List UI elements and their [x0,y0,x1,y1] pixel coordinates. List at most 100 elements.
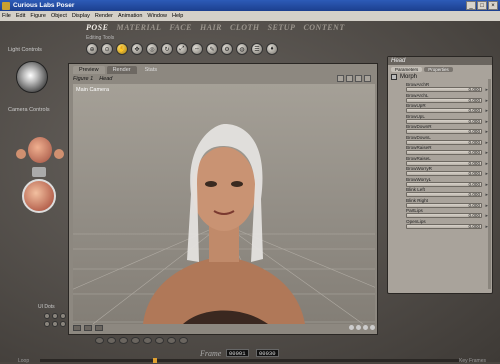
light-toggle-icon[interactable] [95,324,103,331]
menu-help[interactable]: Help [172,13,183,19]
camera-hand-left-icon[interactable] [16,149,26,159]
parameter-dial[interactable]: BrowWorryR 0.000 ▸ [388,166,492,177]
camera-hand-right-icon[interactable] [54,149,64,159]
tab-content[interactable]: CONTENT [303,23,344,32]
menu-figure[interactable]: Figure [30,13,46,19]
rotate-tool-icon[interactable]: ⊕ [86,43,98,55]
memory-dot[interactable] [60,313,66,319]
menu-animation[interactable]: Animation [118,13,142,19]
tab-setup[interactable]: SETUP [268,23,296,32]
menu-window[interactable]: Window [147,13,167,19]
camera-trackball-icon[interactable] [22,179,56,213]
translate-tool-icon[interactable]: ✋ [116,43,128,55]
tab-pose[interactable]: POSE [86,23,108,32]
panel-scrollbar[interactable] [488,79,491,289]
memory-dot[interactable] [44,321,50,327]
tab-cloth[interactable]: CLOTH [230,23,260,32]
minimize-button[interactable]: _ [466,1,476,10]
color-tool-icon[interactable]: ⇔ [191,43,203,55]
anim-dot[interactable] [107,337,116,344]
lock-icon[interactable] [346,75,353,82]
display-dot-4[interactable] [370,325,375,330]
shadow-toggle-icon[interactable] [84,324,92,331]
parameter-value[interactable]: 0.000 [469,140,481,145]
morph-group[interactable]: Morph [388,74,492,80]
ground-toggle-icon[interactable] [73,324,81,331]
anim-dot[interactable] [119,337,128,344]
collapse-icon[interactable] [391,74,397,80]
menu-render[interactable]: Render [95,13,113,19]
parameter-dial[interactable]: BrowArchR 0.000 ▸ [388,82,492,93]
chain-break-tool-icon[interactable]: ⤢ [176,43,188,55]
maximize-button[interactable]: □ [477,1,487,10]
anim-dot[interactable] [179,337,188,344]
parameter-value[interactable]: 0.000 [469,203,481,208]
parameter-value[interactable]: 0.000 [469,119,481,124]
grouping-tool-icon[interactable]: ✎ [206,43,218,55]
morphing-tool-icon[interactable]: ◍ [236,43,248,55]
view-magnifier-tool-icon[interactable]: ⚙ [221,43,233,55]
tab-material[interactable]: MATERIAL [116,23,161,32]
parameter-dial[interactable]: Blink Right 0.000 ▸ [388,198,492,209]
parameter-value[interactable]: 0.000 [469,98,481,103]
hair-tool-icon[interactable]: ♦ [266,43,278,55]
direct-manipulation-tool-icon[interactable]: ☰ [251,43,263,55]
parameter-dial[interactable]: BrowUpR 0.000 ▸ [388,103,492,114]
anim-dot[interactable] [167,337,176,344]
menu-display[interactable]: Display [72,13,90,19]
3d-viewport[interactable]: Main Camera [73,84,375,324]
memory-dot[interactable] [60,321,66,327]
tab-render[interactable]: Render [106,66,137,74]
display-dot-2[interactable] [356,325,361,330]
parameter-dial[interactable]: OpenLips 0.000 ▸ [388,219,492,230]
parameter-dial[interactable]: BrowRaiseR 0.000 ▸ [388,145,492,156]
scale-tool-icon[interactable]: ◎ [146,43,158,55]
parameter-value[interactable]: 0.000 [469,182,481,187]
close-button[interactable]: × [488,1,498,10]
parameter-dial[interactable]: BrowDownR 0.000 ▸ [388,124,492,135]
options-icon[interactable] [364,75,371,82]
menu-object[interactable]: Object [51,13,67,19]
parameter-value[interactable]: 0.000 [469,87,481,92]
parameter-dial[interactable]: BrowArchL 0.000 ▸ [388,93,492,104]
memory-dot[interactable] [44,313,50,319]
taper-tool-icon[interactable]: ↻ [161,43,173,55]
loop-label[interactable]: Loop [18,358,29,364]
parameter-value[interactable]: 0.000 [469,224,481,229]
tab-properties[interactable]: Properties [424,67,453,72]
parameter-value[interactable]: 0.000 [469,161,481,166]
parameter-value[interactable]: 0.000 [469,150,481,155]
camera-move-icon[interactable] [32,167,46,177]
tab-preview[interactable]: Preview [73,66,105,74]
parameter-value[interactable]: 0.000 [469,213,481,218]
tab-hair[interactable]: HAIR [200,23,222,32]
render-icon[interactable] [355,75,362,82]
timeline-knob[interactable] [153,358,157,363]
view-icon[interactable] [337,75,344,82]
translate-in-out-tool-icon[interactable]: ✥ [131,43,143,55]
memory-dot[interactable] [52,321,58,327]
tab-parameters[interactable]: Parameters [391,67,423,72]
parameter-value[interactable]: 0.000 [469,171,481,176]
anim-dot[interactable] [95,337,104,344]
anim-dot[interactable] [131,337,140,344]
light-control-sphere[interactable] [16,61,48,93]
current-frame-counter[interactable]: 00001 [226,349,249,357]
parameter-value[interactable]: 0.000 [469,129,481,134]
anim-dot[interactable] [143,337,152,344]
camera-controls[interactable] [14,119,64,229]
anim-dot[interactable] [155,337,164,344]
key-frames-label[interactable]: Key Frames [459,358,486,364]
display-dot-1[interactable] [349,325,354,330]
twist-tool-icon[interactable]: ⊙ [101,43,113,55]
window-titlebar[interactable]: Curious Labs Poser _ □ × [0,0,500,11]
parameter-dial[interactable]: BrowUpL 0.000 ▸ [388,114,492,125]
tab-face[interactable]: FACE [169,23,192,32]
parameter-dial[interactable]: Blink Left 0.000 ▸ [388,187,492,198]
tab-stats[interactable]: Stats [139,66,164,74]
figure-select[interactable]: Figure 1 [73,76,93,82]
camera-face-icon[interactable] [28,137,52,163]
menu-file[interactable]: File [2,13,11,19]
parameter-value[interactable]: 0.000 [469,192,481,197]
memory-dot[interactable] [52,313,58,319]
